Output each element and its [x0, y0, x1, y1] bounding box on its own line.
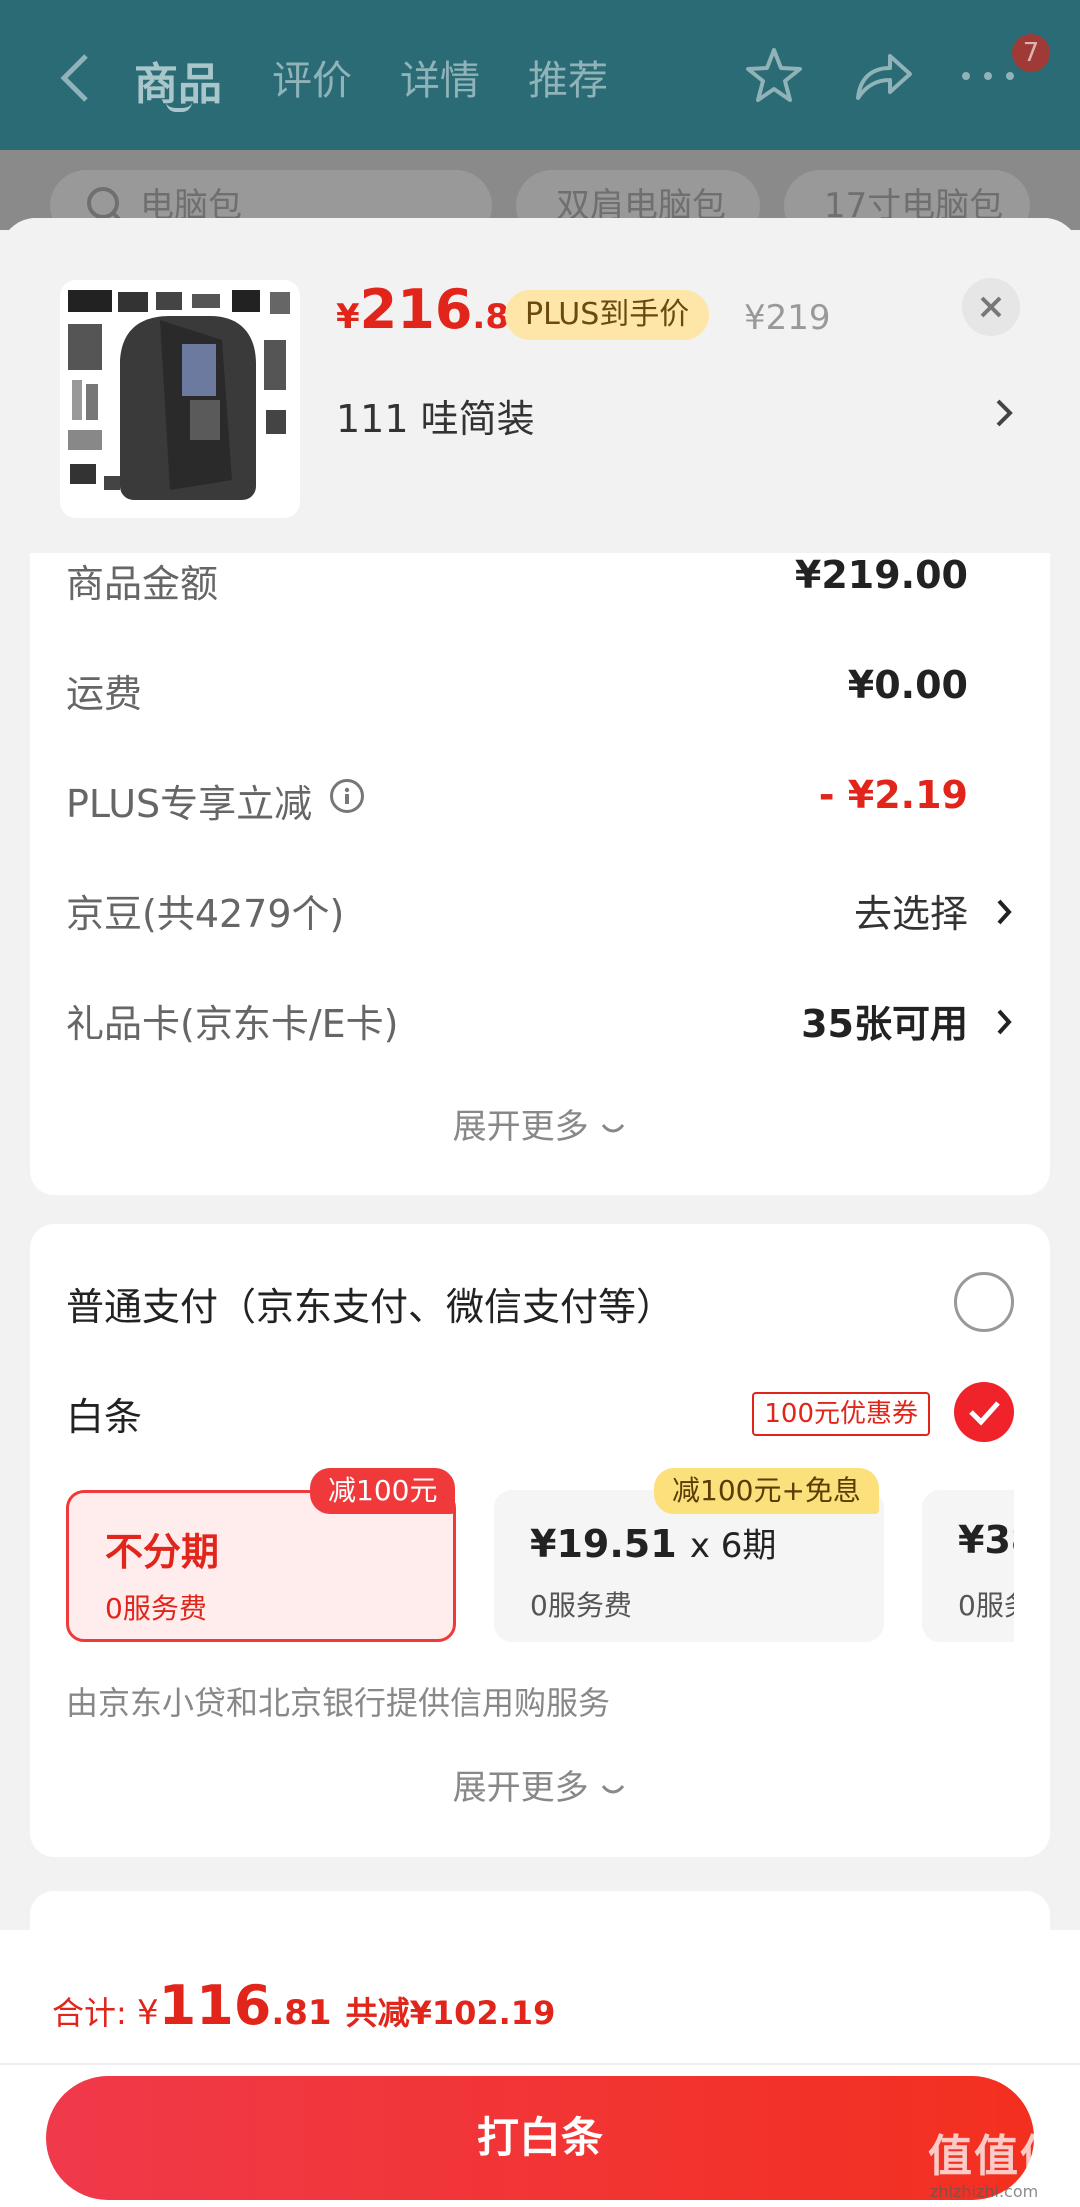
- plan-discount-tag: 减100元+免息: [654, 1468, 879, 1514]
- summary-row-gift-card[interactable]: 礼品卡(京东卡/E卡) 35张可用: [66, 993, 1014, 1053]
- chevron-right-icon: [997, 899, 1012, 925]
- info-icon[interactable]: [330, 779, 365, 813]
- share-icon[interactable]: [850, 44, 914, 108]
- payment-option-normal[interactable]: 普通支付（京东支付、微信支付等）: [66, 1272, 1014, 1336]
- tab-details[interactable]: 详情: [400, 48, 480, 106]
- coupon-badge: 100元优惠券: [752, 1392, 930, 1436]
- summary-row-plus-discount: PLUS专享立减 - ¥2.19: [66, 773, 968, 826]
- radio-unchecked[interactable]: [954, 1272, 1014, 1332]
- product-price: ¥216.81: [336, 278, 533, 341]
- top-nav-bar: 商品 评价 详情 推荐 7: [0, 0, 1080, 150]
- chevron-down-icon: [602, 1123, 625, 1132]
- back-arrow-icon[interactable]: [56, 50, 96, 106]
- expand-more-link[interactable]: 展开更多: [30, 1099, 1050, 1148]
- total-savings: 共减¥102.19: [345, 1994, 556, 2032]
- watermark-url: zhizhizhi.com: [930, 2182, 1039, 2201]
- close-icon: [980, 296, 1002, 318]
- product-header: ¥216.81 PLUS到手价 ¥219 111 哇简装: [0, 218, 1080, 553]
- chevron-right-icon[interactable]: [992, 393, 1016, 433]
- backpack-image: [68, 290, 290, 500]
- chevron-right-icon: [997, 1009, 1012, 1035]
- payment-method-card: 普通支付（京东支付、微信支付等） 白条 100元优惠券 不分期 0服务费 ¥19…: [30, 1224, 1050, 1857]
- check-icon: [969, 1401, 1000, 1426]
- tab-recommend[interactable]: 推荐: [528, 48, 608, 106]
- message-count-badge: 7: [1012, 34, 1050, 72]
- summary-row-jd-beans[interactable]: 京豆(共4279个) 去选择: [66, 883, 1014, 943]
- plan-discount-tag: 减100元: [310, 1468, 456, 1514]
- summary-row-goods-amount: 商品金额 ¥219.00: [66, 553, 968, 606]
- original-price: ¥219: [744, 298, 831, 338]
- expand-more-link[interactable]: 展开更多: [30, 1760, 1050, 1809]
- divider: [0, 2063, 1080, 2065]
- checkout-footer: 合计: ¥116.81 共减¥102.19 打白条: [0, 1930, 1080, 2207]
- plus-price-tag: PLUS到手价: [505, 290, 710, 340]
- pay-with-baitiao-button[interactable]: 打白条: [46, 2076, 1034, 2200]
- order-total: 合计: ¥116.81 共减¥102.19: [52, 1974, 556, 2037]
- product-thumbnail: [60, 280, 300, 518]
- price-summary-card: 商品金额 ¥219.00 运费 ¥0.00 PLUS专享立减 - ¥2.19 京…: [30, 553, 1050, 1195]
- credit-provider-note: 由京东小贷和北京银行提供信用购服务: [66, 1684, 611, 1722]
- radio-checked[interactable]: [954, 1382, 1014, 1442]
- summary-row-shipping: 运费 ¥0.00: [66, 663, 968, 716]
- plan-12-months[interactable]: ¥38 0服务费: [922, 1490, 1014, 1642]
- chevron-down-icon: [602, 1784, 625, 1793]
- close-button[interactable]: [962, 278, 1020, 336]
- star-icon[interactable]: [742, 44, 806, 108]
- payment-option-baitiao[interactable]: 白条 100元优惠券: [66, 1382, 1014, 1446]
- tab-reviews[interactable]: 评价: [272, 48, 352, 106]
- watermark-logo: 值值值: [928, 2131, 1066, 2182]
- checkout-sheet: ¥216.81 PLUS到手价 ¥219 111 哇简装 商品金额 ¥219.0…: [0, 218, 1080, 2207]
- selected-sku[interactable]: 111 哇简装: [336, 388, 535, 443]
- more-icon[interactable]: [956, 44, 1020, 108]
